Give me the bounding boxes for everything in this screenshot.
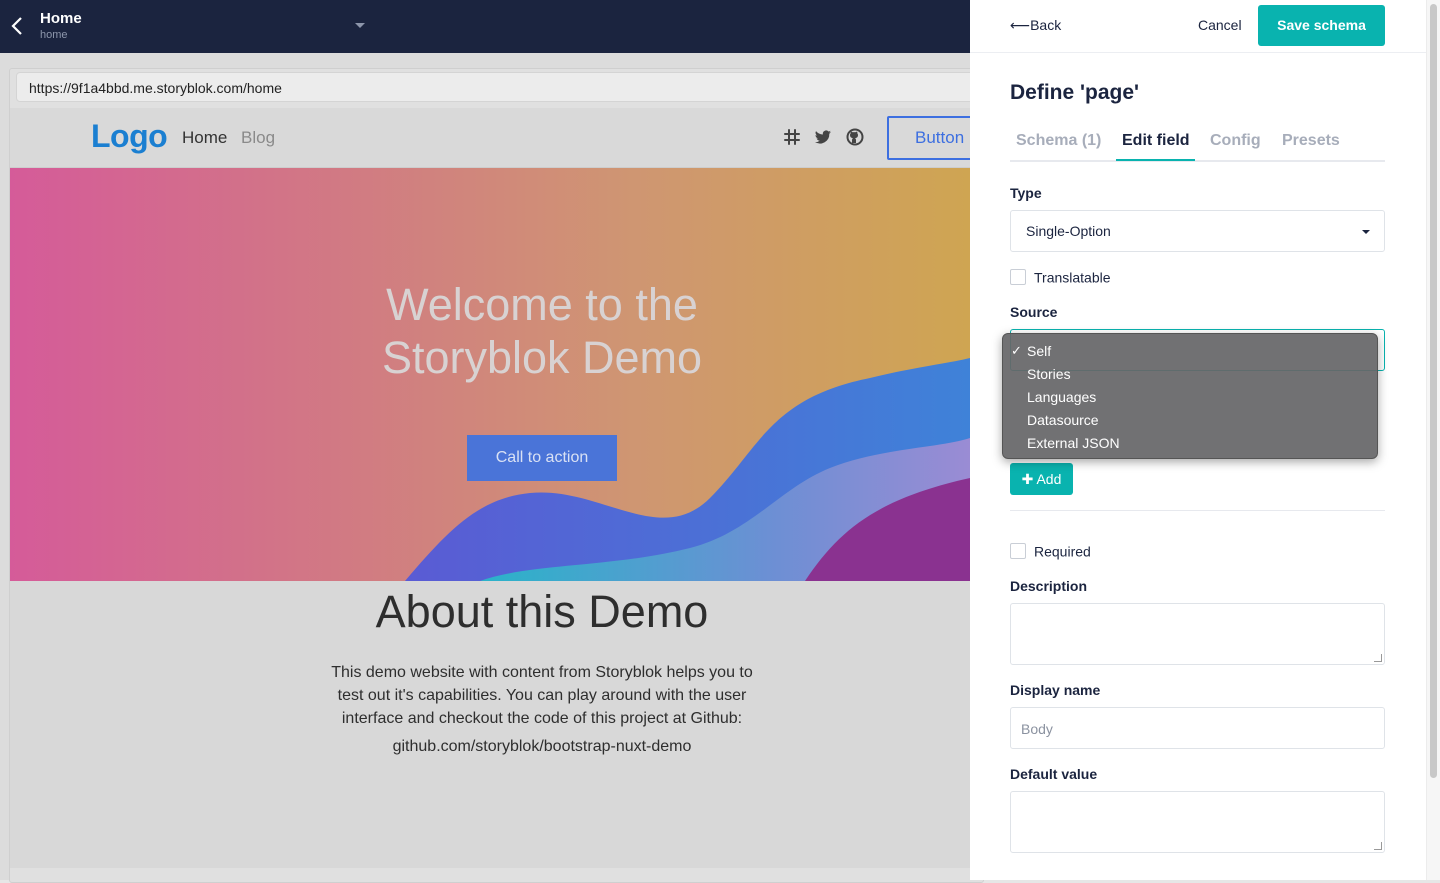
checkbox-icon[interactable] xyxy=(1010,543,1026,560)
scrollbar-thumb[interactable] xyxy=(1430,4,1437,778)
default-value-label: Default value xyxy=(1010,766,1098,782)
type-label: Type xyxy=(1010,185,1042,201)
preview-site: Logo Home Blog Button Welcome to the Sto… xyxy=(10,108,970,868)
checkmark-icon: ✓ xyxy=(1011,343,1022,358)
required-label: Required xyxy=(1034,543,1091,560)
panel-header: ⟵Back Cancel Save schema xyxy=(970,0,1426,53)
story-slug: home xyxy=(40,29,68,41)
site-nav-home[interactable]: Home xyxy=(182,128,227,148)
description-textarea[interactable] xyxy=(1010,603,1385,665)
arrow-left-icon: ⟵ xyxy=(1010,17,1031,33)
slack-icon[interactable] xyxy=(783,128,801,146)
resize-handle-icon[interactable] xyxy=(1374,654,1382,662)
panel-heading: Define 'page' xyxy=(1010,81,1140,104)
field-tabs: Schema (1) Edit field Config Presets xyxy=(1010,128,1385,162)
call-to-action-button[interactable]: Call to action xyxy=(467,435,617,481)
story-title: Home xyxy=(40,10,82,27)
add-option-button[interactable]: ✚ Add xyxy=(1010,463,1073,495)
chevron-down-icon xyxy=(1362,230,1370,234)
display-name-label: Display name xyxy=(1010,682,1101,698)
twitter-icon[interactable] xyxy=(814,128,832,146)
site-nav-blog[interactable]: Blog xyxy=(241,128,275,148)
translatable-checkbox[interactable]: Translatable xyxy=(1010,268,1111,286)
add-label: Add xyxy=(1036,471,1062,487)
default-value-textarea[interactable] xyxy=(1010,791,1385,853)
type-select-value: Single-Option xyxy=(1026,223,1111,239)
site-logo[interactable]: Logo xyxy=(91,118,168,155)
github-icon[interactable] xyxy=(846,128,864,146)
tab-schema[interactable]: Schema (1) xyxy=(1016,132,1101,150)
chevron-down-icon[interactable] xyxy=(355,23,365,28)
save-schema-button[interactable]: Save schema xyxy=(1258,5,1385,46)
source-dropdown-menu: ✓ Self Stories Languages Datasource Exter… xyxy=(1002,333,1378,459)
cancel-button[interactable]: Cancel xyxy=(1198,17,1242,33)
editor-topbar: Home home xyxy=(0,0,970,53)
back-button[interactable]: ⟵Back xyxy=(1010,17,1061,34)
chevron-left-icon[interactable] xyxy=(8,14,26,38)
checkbox-icon[interactable] xyxy=(1010,269,1026,286)
hero-section: Welcome to the Storyblok Demo Call to ac… xyxy=(10,168,970,581)
hero-title: Welcome to the Storyblok Demo xyxy=(381,279,703,383)
resize-handle-icon[interactable] xyxy=(1374,842,1382,850)
translatable-label: Translatable xyxy=(1034,269,1111,286)
plus-icon: ✚ xyxy=(1021,471,1034,487)
tab-presets[interactable]: Presets xyxy=(1282,132,1340,150)
divider xyxy=(1010,510,1385,511)
about-text: This demo website with content from Stor… xyxy=(331,664,753,727)
about-title: About this Demo xyxy=(375,586,709,637)
github-link[interactable]: github.com/storyblok/bootstrap-nuxt-demo xyxy=(393,738,692,756)
source-option-stories[interactable]: Stories xyxy=(1003,363,1377,386)
tab-config[interactable]: Config xyxy=(1210,132,1261,150)
source-option-self[interactable]: ✓ Self xyxy=(1003,340,1377,363)
required-checkbox[interactable]: Required xyxy=(1010,542,1091,560)
source-option-languages[interactable]: Languages xyxy=(1003,386,1377,409)
type-select[interactable]: Single-Option xyxy=(1010,210,1385,252)
source-option-datasource[interactable]: Datasource xyxy=(1003,409,1377,432)
active-tab-indicator xyxy=(1116,159,1195,161)
site-navbar: Logo Home Blog Button xyxy=(10,108,970,168)
panel-scrollbar[interactable] xyxy=(1426,0,1440,880)
source-label: Source xyxy=(1010,304,1058,320)
option-label: Self xyxy=(1027,343,1052,359)
site-nav-button[interactable]: Button xyxy=(887,116,970,160)
tab-edit-field[interactable]: Edit field xyxy=(1122,132,1190,150)
back-label: Back xyxy=(1030,17,1062,33)
description-label: Description xyxy=(1010,578,1088,594)
preview-url-bar[interactable]: https://9f1a4bbd.me.storyblok.com/home xyxy=(16,72,976,102)
source-option-external-json[interactable]: External JSON xyxy=(1003,432,1377,455)
display-name-input[interactable]: Body xyxy=(1010,707,1385,749)
